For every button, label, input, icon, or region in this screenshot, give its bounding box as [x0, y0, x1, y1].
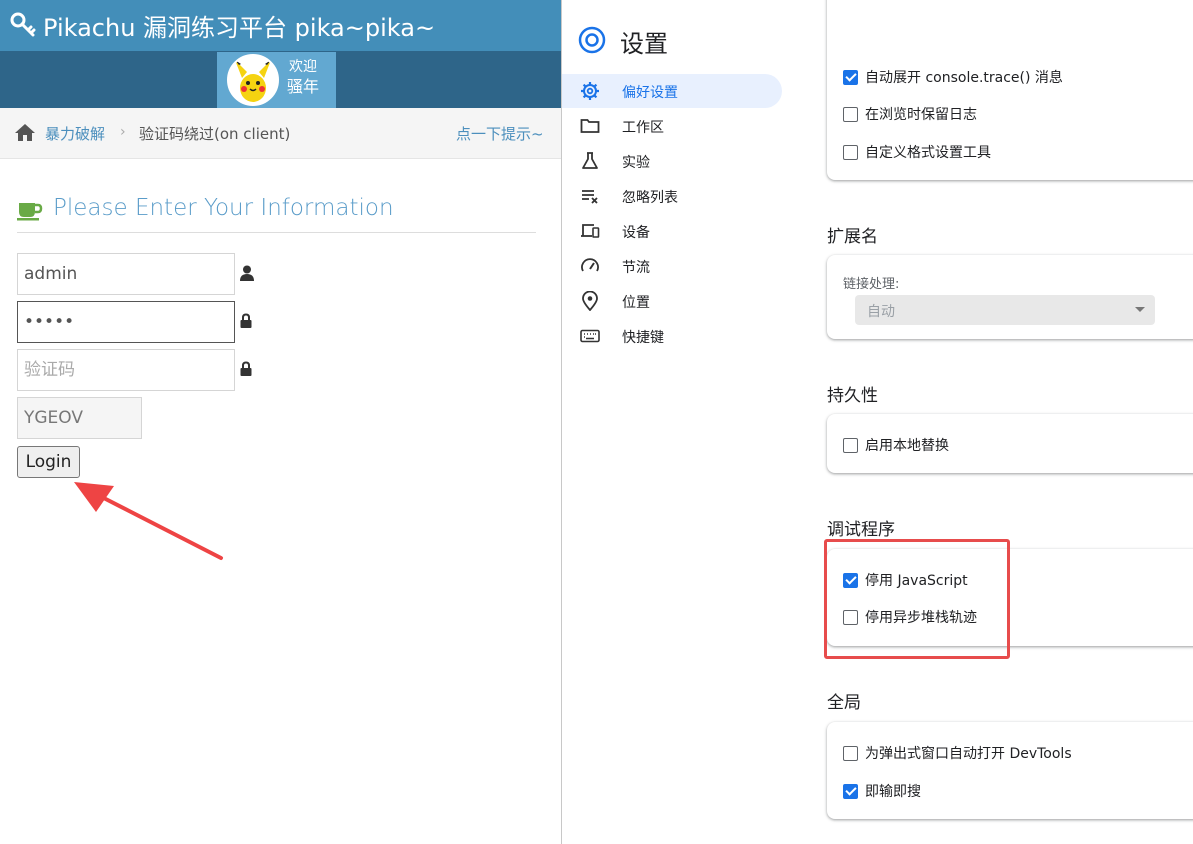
extensions-card: 链接处理: 自动 — [827, 255, 1193, 339]
section-title-extensions: 扩展名 — [827, 227, 878, 247]
password-input[interactable] — [17, 301, 235, 343]
devtools-settings: 设置 偏好设置 工作区 实验 忽略列表 设备 节流 位置 快捷键 自动展开 co… — [562, 0, 1193, 844]
link-handling-label: 链接处理: — [843, 277, 900, 292]
avatar — [227, 54, 279, 106]
chevron-down-icon — [1135, 307, 1145, 312]
checkbox[interactable] — [843, 144, 858, 160]
red-highlight-box — [824, 539, 1010, 659]
username-input[interactable] — [17, 253, 235, 295]
setting-row[interactable]: 为弹出式窗口自动打开 DevTools — [843, 743, 1072, 763]
checkbox-checked[interactable] — [843, 69, 858, 85]
settings-sidebar: 设置 偏好设置 工作区 实验 忽略列表 设备 节流 位置 快捷键 — [562, 0, 790, 844]
location-pin-icon — [582, 291, 598, 311]
captcha-input[interactable] — [17, 349, 235, 391]
devices-icon — [581, 224, 600, 238]
breadcrumb-separator-icon: › — [120, 124, 126, 140]
nav-throttling[interactable]: 节流 — [562, 249, 782, 283]
flask-icon — [582, 152, 598, 169]
folder-icon — [580, 119, 600, 133]
chrome-logo-icon — [578, 26, 606, 54]
ignore-list-icon — [582, 190, 598, 204]
home-icon[interactable] — [14, 123, 36, 142]
setting-row[interactable]: 在浏览时保留日志 — [843, 104, 977, 124]
speedometer-icon — [581, 258, 599, 272]
setting-label: 自动展开 console.trace() 消息 — [865, 70, 1063, 86]
brand-title: Pikachu 漏洞练习平台 pika~pika~ — [43, 13, 436, 42]
nav-label: 节流 — [622, 260, 650, 276]
form-title: Please Enter Your Information — [53, 195, 394, 221]
nav-label: 位置 — [622, 295, 650, 311]
pikachu-page: Pikachu 漏洞练习平台 pika~pika~ 欢迎 骚年 暴力破解 › 验… — [0, 0, 561, 844]
settings-content: 自动展开 console.trace() 消息 在浏览时保留日志 自定义格式设置… — [790, 0, 1193, 844]
nav-label: 偏好设置 — [622, 85, 678, 101]
setting-label: 在浏览时保留日志 — [865, 107, 977, 123]
global-card: 为弹出式窗口自动打开 DevTools 即输即搜 — [827, 722, 1193, 819]
checkbox[interactable] — [843, 437, 858, 453]
nav-label: 设备 — [622, 225, 650, 241]
setting-row[interactable]: 启用本地替换 — [843, 435, 949, 455]
nav-label: 忽略列表 — [622, 190, 678, 206]
form-header: Please Enter Your Information — [17, 195, 536, 233]
pikachu-avatar-image — [229, 56, 277, 104]
nav-label: 实验 — [622, 155, 650, 171]
lock-icon — [240, 313, 252, 328]
keyboard-icon — [580, 329, 600, 343]
setting-label: 自定义格式设置工具 — [865, 145, 991, 161]
brand-link[interactable]: Pikachu 漏洞练习平台 pika~pika~ — [10, 8, 435, 42]
breadcrumb-parent-link[interactable]: 暴力破解 — [45, 123, 105, 144]
section-title-persistence: 持久性 — [827, 386, 878, 406]
checkbox[interactable] — [843, 106, 858, 122]
persistence-card: 启用本地替换 — [827, 414, 1193, 473]
setting-row[interactable]: 自定义格式设置工具 — [843, 142, 991, 162]
nav-preferences[interactable]: 偏好设置 — [562, 74, 782, 108]
breadcrumb-current: 验证码绕过(on client) — [139, 125, 291, 143]
nav-locations[interactable]: 位置 — [562, 284, 782, 318]
checkbox-checked[interactable] — [843, 783, 858, 799]
user-icon — [240, 265, 254, 281]
user-menu[interactable]: 欢迎 骚年 — [217, 52, 336, 108]
setting-row[interactable]: 即输即搜 — [843, 781, 921, 801]
nav-label: 快捷键 — [622, 330, 664, 346]
checkbox[interactable] — [843, 745, 858, 761]
select-value: 自动 — [867, 304, 895, 320]
top-navbar: Pikachu 漏洞练习平台 pika~pika~ — [0, 0, 561, 51]
nav-devices[interactable]: 设备 — [562, 214, 782, 248]
captcha-code-display[interactable] — [17, 397, 142, 439]
welcome-username: 骚年 — [287, 77, 320, 96]
lock-icon — [240, 361, 252, 376]
settings-title: 设置 — [620, 30, 668, 58]
link-handling-select[interactable]: 自动 — [855, 295, 1155, 325]
breadcrumb: 暴力破解 › 验证码绕过(on client) 点一下提示~ — [0, 108, 561, 159]
setting-label: 为弹出式窗口自动打开 DevTools — [865, 746, 1072, 762]
console-settings-card: 自动展开 console.trace() 消息 在浏览时保留日志 自定义格式设置… — [827, 0, 1193, 180]
welcome-greeting: 欢迎 — [289, 59, 317, 75]
coffee-icon — [17, 203, 43, 221]
red-arrow-annotation — [74, 482, 223, 560]
nav-ignore-list[interactable]: 忽略列表 — [562, 179, 782, 213]
key-icon — [10, 12, 36, 37]
welcome-text: 欢迎 骚年 — [287, 58, 319, 96]
setting-row[interactable]: 自动展开 console.trace() 消息 — [843, 67, 1063, 87]
setting-label: 即输即搜 — [865, 784, 921, 800]
nav-experiments[interactable]: 实验 — [562, 144, 782, 178]
nav-label: 工作区 — [622, 120, 664, 136]
nav-shortcuts[interactable]: 快捷键 — [562, 319, 782, 353]
section-title-debugger: 调试程序 — [827, 520, 895, 540]
hint-link[interactable]: 点一下提示~ — [456, 123, 544, 144]
setting-label: 启用本地替换 — [865, 438, 949, 454]
gear-icon — [581, 82, 599, 100]
nav-workspace[interactable]: 工作区 — [562, 109, 782, 143]
section-title-global: 全局 — [827, 693, 861, 713]
